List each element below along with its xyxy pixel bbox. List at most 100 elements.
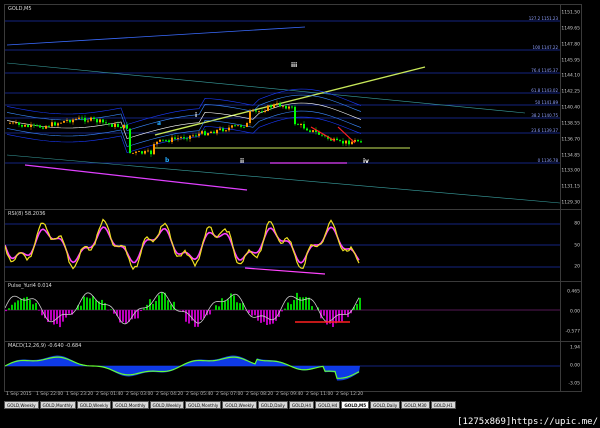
rsi-divergence-line bbox=[244, 267, 326, 275]
price-chart-pane[interactable]: GOLD,M5 i ii iii iv a b 127.2 1151.23 100 1147.… bbox=[4, 4, 582, 211]
wave-label: i bbox=[195, 112, 197, 119]
pulse-bar bbox=[272, 310, 274, 324]
rsi-pane[interactable]: RSI(8) 58.2036 80 50 20 bbox=[4, 209, 582, 282]
pulse-bar bbox=[356, 304, 358, 310]
candle-body bbox=[90, 117, 92, 121]
pulse-bar bbox=[275, 310, 277, 321]
candle-body bbox=[297, 124, 299, 126]
pulse-bar bbox=[284, 308, 286, 310]
candle-body bbox=[126, 124, 128, 129]
pulse-bar bbox=[158, 295, 160, 310]
chart-tab[interactable]: GOLD,M5 bbox=[341, 401, 370, 409]
candle-body bbox=[183, 137, 185, 139]
macd-level-label: 0.00 bbox=[569, 363, 580, 369]
pulse-bar bbox=[8, 308, 10, 310]
candle-body bbox=[66, 120, 68, 121]
candle-body bbox=[336, 138, 338, 141]
time-label: 1 Sep 2015 bbox=[6, 392, 32, 397]
candle-body bbox=[264, 110, 266, 113]
time-label: 2 Sep 03:00 bbox=[126, 392, 154, 397]
chart-tab[interactable]: GOLD,Weekly bbox=[222, 401, 257, 409]
pulse-bar bbox=[155, 300, 157, 310]
pulse-pane[interactable]: Pulse_Yuri4 0.014 0.465 0.00 -0.577 bbox=[4, 281, 582, 342]
chart-tab[interactable]: GOLD,H4 bbox=[288, 401, 315, 409]
fib-label: 100 1147.22 bbox=[533, 45, 559, 50]
pulse-bar bbox=[68, 310, 70, 314]
price-label: 1131.15 bbox=[561, 184, 580, 190]
candle-body bbox=[177, 137, 179, 139]
rsi-level-label: 50 bbox=[574, 243, 580, 248]
wave-label: ii bbox=[240, 158, 244, 165]
macd-pane[interactable]: MACD(12,26,9) -0.640 -0.684 1.94 0.00 -3.0… bbox=[4, 341, 582, 392]
candle-body bbox=[87, 120, 89, 122]
pulse-bar bbox=[92, 296, 94, 310]
candle-body bbox=[93, 117, 95, 120]
chart-tab[interactable]: GOLD,Weekly bbox=[149, 401, 185, 409]
candle-body bbox=[12, 122, 14, 124]
candle-body bbox=[189, 135, 191, 139]
wave-label: b bbox=[165, 157, 170, 164]
candle-body bbox=[204, 131, 206, 136]
pulse-level-label: -0.577 bbox=[565, 329, 580, 335]
chart-tab[interactable]: GOLD,Weekly bbox=[76, 401, 112, 409]
price-label: 1145.95 bbox=[561, 58, 580, 63]
pulse-bar bbox=[197, 310, 199, 327]
pulse-bar bbox=[215, 305, 217, 310]
candle-body bbox=[303, 124, 305, 129]
price-label: 1129.30 bbox=[561, 200, 580, 206]
wave-trend-line bbox=[154, 66, 426, 136]
chart-tab[interactable]: GOLD,Weekly bbox=[4, 401, 39, 409]
pulse-bar bbox=[17, 300, 19, 310]
price-chart-svg: iiiiiiivab127.2 1151.23100 1147.2276.4 1… bbox=[5, 16, 561, 204]
pulse-bar bbox=[194, 310, 196, 327]
candle-body bbox=[249, 111, 251, 124]
candle-body bbox=[180, 137, 182, 138]
candle-body bbox=[306, 128, 308, 131]
chart-tab[interactable]: GOLD,Monthly bbox=[112, 401, 149, 409]
candle-body bbox=[135, 151, 137, 153]
fib-label: 23.6 1139.37 bbox=[531, 128, 558, 133]
pulse-bar bbox=[251, 310, 253, 316]
chart-tab[interactable]: GOLD,Monthly bbox=[39, 401, 76, 409]
pulse-bar bbox=[254, 310, 256, 316]
chart-tab[interactable]: GOLD,M30 bbox=[401, 401, 430, 409]
band-line bbox=[6, 94, 362, 131]
chart-tab[interactable]: GOLD,Daily bbox=[257, 401, 288, 409]
magenta-line bbox=[24, 164, 248, 191]
candle-body bbox=[210, 131, 212, 134]
candle-body bbox=[18, 122, 20, 125]
candle-body bbox=[48, 125, 50, 127]
candle-body bbox=[162, 139, 164, 141]
candle-body bbox=[159, 139, 161, 142]
candle-body bbox=[84, 117, 86, 122]
candle-body bbox=[267, 105, 269, 111]
price-axis[interactable]: 1151.50 1149.65 1147.80 1145.95 1144.10 1142.… bbox=[560, 5, 581, 210]
price-label: 1142.25 bbox=[561, 89, 580, 95]
candle-body bbox=[231, 125, 233, 128]
candle-body bbox=[255, 110, 257, 112]
candle-body bbox=[252, 110, 254, 112]
pulse-bar bbox=[143, 308, 145, 310]
chart-tab[interactable]: GOLD,H1 bbox=[430, 401, 456, 409]
pulse-bar bbox=[269, 310, 271, 325]
chart-tab[interactable]: GOLD,H4 bbox=[315, 401, 341, 409]
pulse-bar bbox=[86, 297, 88, 310]
pulse-bar bbox=[311, 306, 313, 310]
pulse-bar bbox=[296, 292, 298, 310]
candle-body bbox=[246, 123, 248, 128]
pulse-bar bbox=[53, 310, 55, 325]
channel-line bbox=[6, 154, 561, 204]
time-label: 2 Sep 12:20 bbox=[336, 392, 364, 397]
chart-tab[interactable]: GOLD,Monthly bbox=[185, 401, 222, 409]
candle-body bbox=[141, 151, 143, 154]
candle-body bbox=[21, 124, 23, 127]
pulse-bar bbox=[59, 310, 61, 328]
pulse-bar bbox=[236, 302, 238, 310]
candle-body bbox=[81, 117, 83, 119]
candle-body bbox=[348, 140, 350, 145]
chart-tab[interactable]: GOLD,Daily bbox=[370, 401, 401, 409]
candle-body bbox=[168, 140, 170, 143]
candle-body bbox=[117, 123, 119, 127]
candle-body bbox=[216, 129, 218, 134]
pulse-bar bbox=[83, 296, 85, 310]
